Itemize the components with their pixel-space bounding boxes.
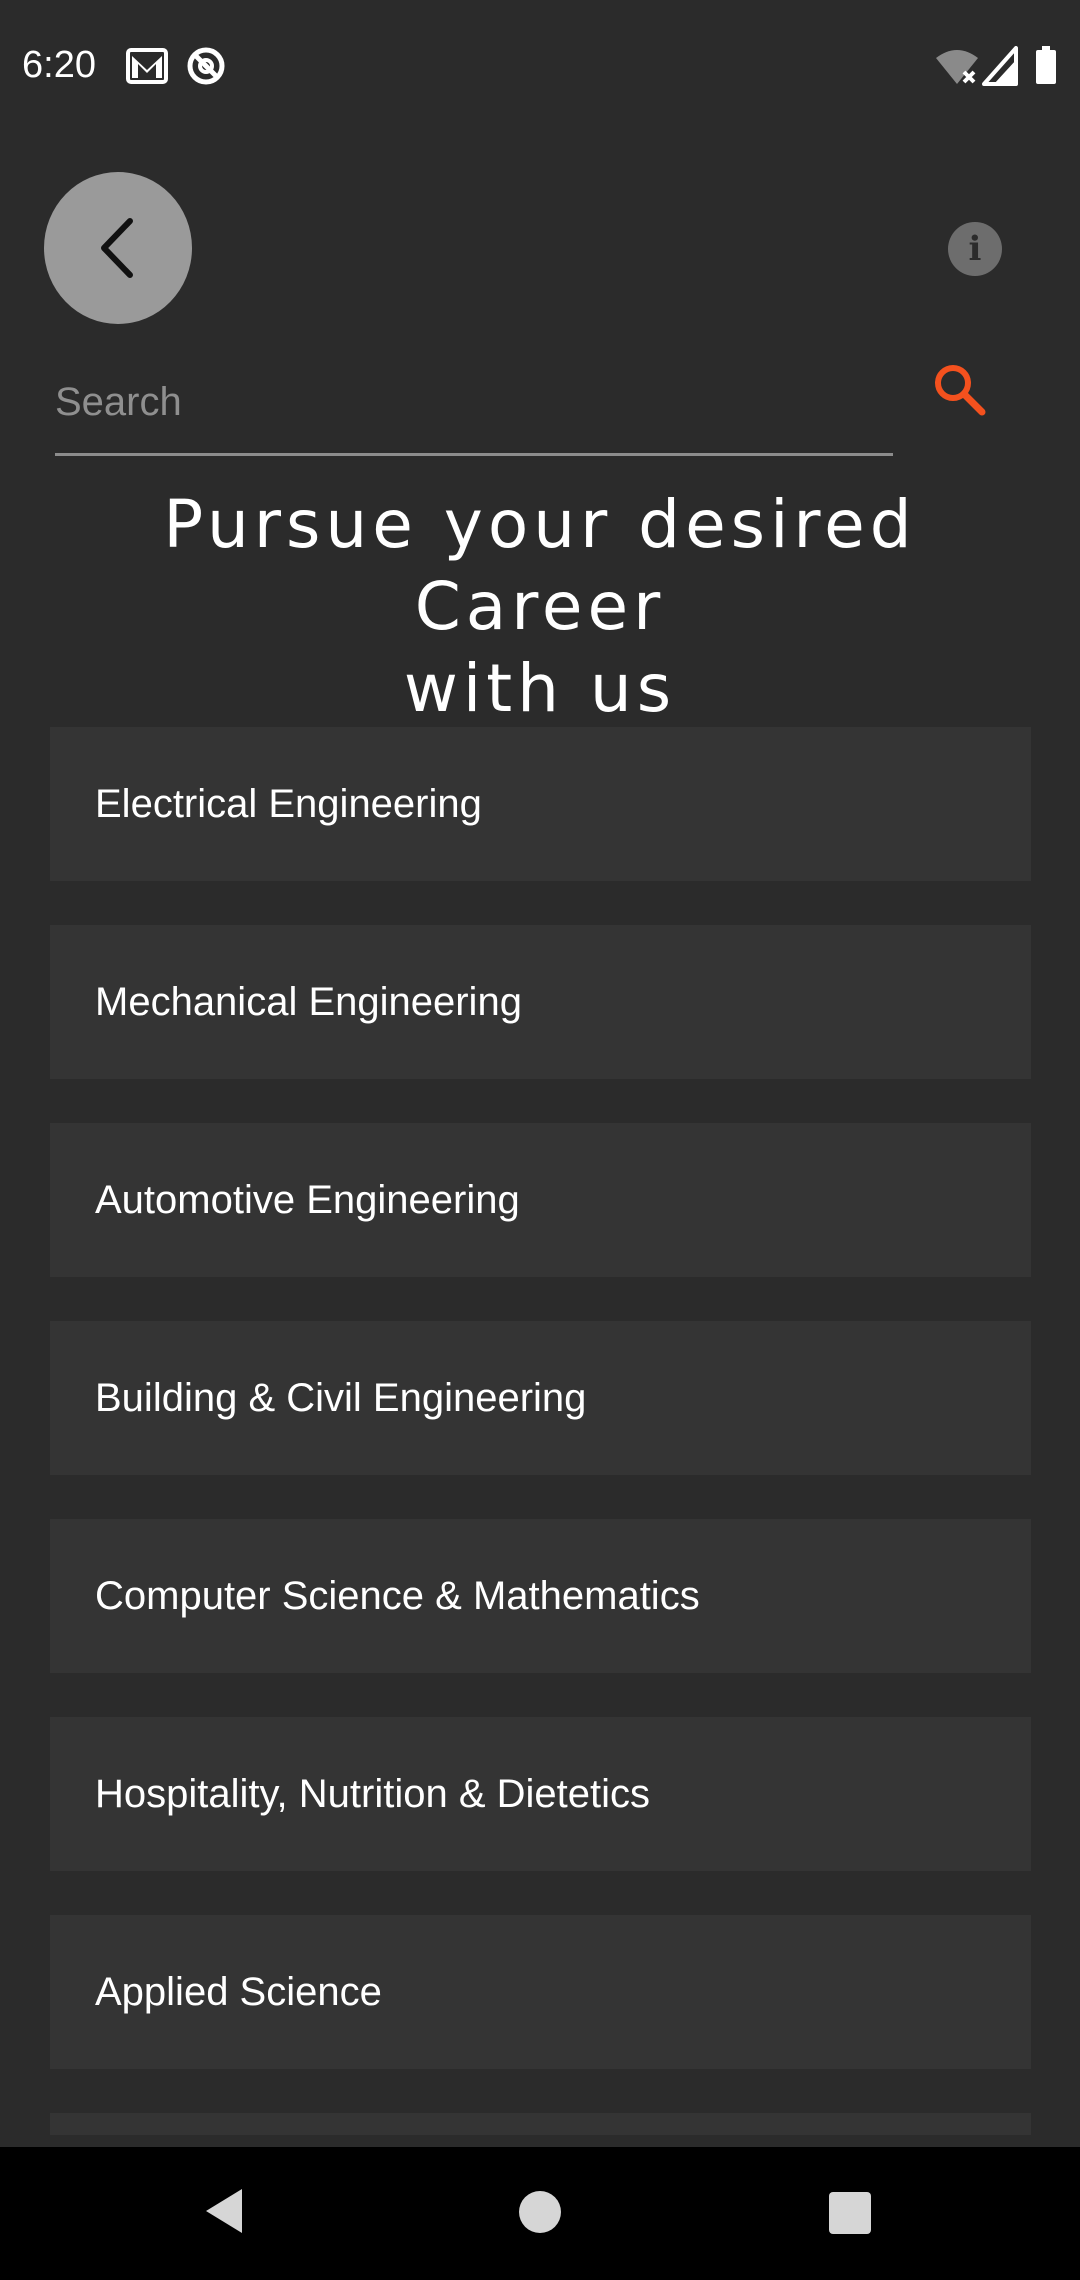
career-item-label: Electrical Engineering xyxy=(95,781,482,826)
career-screen: 6:20 i Search Pursue your desired Career… xyxy=(0,0,1080,2280)
career-item-electrical-engineering[interactable]: Electrical Engineering xyxy=(50,727,1031,881)
status-bar: 6:20 xyxy=(0,0,1080,136)
back-button[interactable] xyxy=(44,172,192,324)
navigation-bar xyxy=(0,2147,1080,2280)
gmail-icon xyxy=(126,48,168,84)
career-item-label: Computer Science & Mathematics xyxy=(95,1573,700,1618)
battery-icon xyxy=(1036,46,1056,84)
career-list: Electrical Engineering Mechanical Engine… xyxy=(50,727,1031,2135)
career-item-label: Automotive Engineering xyxy=(95,1177,520,1222)
search-input[interactable] xyxy=(55,352,893,456)
career-item-label: Building & Civil Engineering xyxy=(95,1375,587,1420)
career-item-applied-science[interactable]: Applied Science xyxy=(50,1915,1031,2069)
recents-icon[interactable] xyxy=(829,2192,871,2234)
wifi-off-icon xyxy=(936,50,978,84)
status-time: 6:20 xyxy=(22,44,96,86)
info-icon: i xyxy=(968,229,982,269)
career-item-partial[interactable] xyxy=(50,2113,1031,2135)
career-item-label: Mechanical Engineering xyxy=(95,979,522,1024)
page-title: Pursue your desired Career with us xyxy=(40,484,1040,730)
career-item-computer-science-mathematics[interactable]: Computer Science & Mathematics xyxy=(50,1519,1031,1673)
career-item-label: Hospitality, Nutrition & Dietetics xyxy=(95,1771,650,1816)
chevron-left-icon xyxy=(101,218,133,278)
no-disturb-icon xyxy=(187,47,225,85)
page-title-line1: Pursue your desired Career xyxy=(163,486,917,645)
career-item-building-civil-engineering[interactable]: Building & Civil Engineering xyxy=(50,1321,1031,1475)
career-item-label: Applied Science xyxy=(95,1969,382,2014)
career-item-hospitality-nutrition-dietetics[interactable]: Hospitality, Nutrition & Dietetics xyxy=(50,1717,1031,1871)
info-button[interactable]: i xyxy=(948,222,1002,276)
career-item-mechanical-engineering[interactable]: Mechanical Engineering xyxy=(50,925,1031,1079)
search-icon[interactable] xyxy=(930,360,990,420)
career-item-automotive-engineering[interactable]: Automotive Engineering xyxy=(50,1123,1031,1277)
signal-icon xyxy=(982,46,1018,86)
back-icon[interactable] xyxy=(204,2187,244,2235)
home-icon[interactable] xyxy=(518,2190,562,2234)
page-title-line2: with us xyxy=(403,650,677,727)
